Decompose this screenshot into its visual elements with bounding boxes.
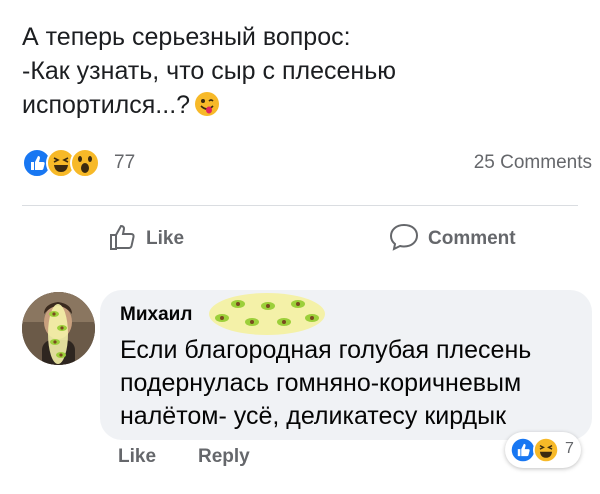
comment-reply-button[interactable]: Reply (198, 446, 250, 468)
reaction-count[interactable]: 77 (114, 152, 135, 174)
comment-like-button[interactable]: Like (118, 446, 156, 468)
wow-reaction-icon (70, 148, 100, 183)
comment-text: Если благородная голубая плесень подерну… (120, 334, 531, 433)
reaction-icons[interactable] (22, 148, 117, 178)
comments-count[interactable]: 25 Comments (474, 152, 592, 174)
divider (22, 205, 578, 206)
thumbs-up-icon (108, 222, 138, 257)
like-label: Like (146, 228, 185, 249)
avatar[interactable] (22, 292, 95, 365)
comment-bubble-icon (388, 222, 420, 257)
post-line-2: -Как узнать, что сыр с плесенью (22, 57, 396, 85)
comment-line-2: подернулась гомняно-коричневым (120, 369, 522, 397)
comment-author[interactable]: Михаил (120, 304, 192, 326)
laugh-reaction-icon (533, 437, 559, 468)
winking-tongue-emoji-icon (194, 91, 220, 126)
comment-reactions[interactable]: 7 (505, 432, 581, 468)
post-line-1: А теперь серьезный вопрос: (22, 23, 351, 51)
post-text: А теперь серьезный вопрос: -Как узнать, … (22, 20, 582, 126)
comment-line-3: налётом- усё, деликатесу кирдык (120, 402, 507, 430)
comment-button[interactable]: Comment (388, 222, 516, 256)
post-line-3: испортился...? (22, 88, 582, 126)
reactions-row: 77 25 Comments (22, 146, 592, 180)
comment-line-1: Если благородная голубая плесень (120, 336, 532, 364)
like-button[interactable]: Like (108, 222, 184, 256)
post-line-3-text: испортился...? (22, 91, 191, 119)
comment-bubble: Михаил Если благородная голубая плесень … (100, 290, 592, 440)
comment-reaction-count: 7 (565, 440, 574, 457)
comment-label: Comment (428, 228, 516, 249)
